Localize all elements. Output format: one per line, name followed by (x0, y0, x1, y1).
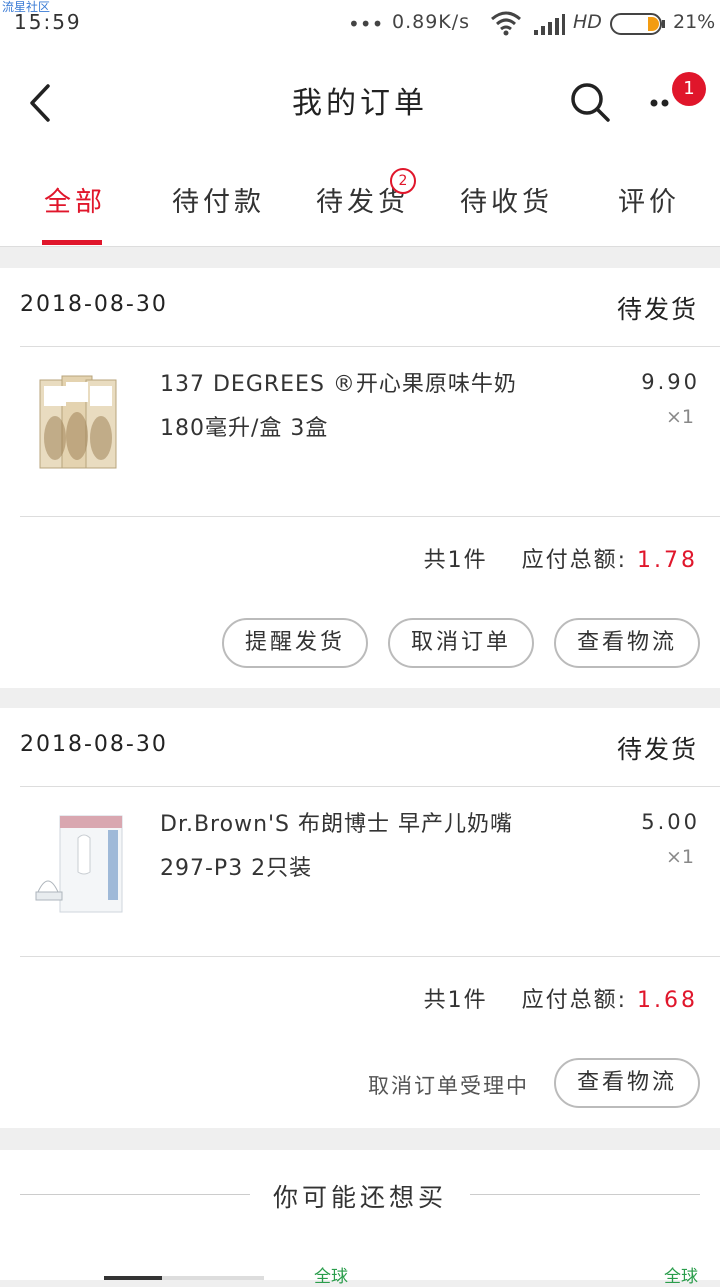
product-price: 5.00 (641, 810, 700, 834)
page-title: 我的订单 (292, 86, 428, 121)
total-label: 应付总额: (521, 548, 628, 573)
item-count: 共1件 (423, 988, 488, 1013)
status-time: 15:59 (14, 10, 82, 34)
order-total: 1.68 (637, 988, 698, 1013)
remind-shipment-button[interactable]: 提醒发货 (222, 618, 368, 668)
divider (20, 786, 720, 787)
product-name: Dr.Brown'S 布朗博士 早产儿奶嘴 (160, 812, 514, 837)
scroll-indicator-thumb (104, 1276, 162, 1280)
total-label: 应付总额: (521, 988, 628, 1013)
order-status: 待发货 (616, 735, 698, 764)
order-card[interactable]: 2018-08-30 待发货 Dr.Brown'S 布朗博士 早产儿奶嘴 297… (0, 708, 720, 1128)
product-price: 9.90 (641, 370, 700, 394)
product-name: 137 DEGREES ®开心果原味牛奶 (160, 372, 517, 397)
product-image[interactable] (30, 368, 130, 478)
divider (20, 956, 720, 957)
recommend-section: 你可能还想买 全球 全球 (0, 1150, 720, 1287)
tab-review[interactable]: 评价 (618, 180, 680, 219)
active-tab-indicator (42, 240, 102, 245)
order-summary: 共1件 应付总额: 1.78 (424, 542, 698, 574)
recommend-title: 你可能还想买 (272, 1183, 447, 1212)
wifi-icon (491, 11, 521, 36)
view-logistics-button[interactable]: 查看物流 (554, 1058, 700, 1108)
battery-icon (610, 13, 665, 35)
global-tag: 全球 (314, 1267, 348, 1287)
search-icon[interactable] (568, 80, 612, 124)
view-logistics-button[interactable]: 查看物流 (554, 618, 700, 668)
order-status: 待发货 (616, 295, 698, 324)
cancel-processing-note: 取消订单受理中 (368, 1074, 529, 1098)
order-date: 2018-08-30 (20, 732, 168, 757)
divider (20, 516, 720, 517)
tab-pending-receipt[interactable]: 待收货 (460, 180, 553, 219)
cancel-order-button[interactable]: 取消订单 (388, 618, 534, 668)
product-spec: 297-P3 2只装 (160, 856, 313, 881)
global-tag: 全球 (664, 1267, 698, 1287)
message-badge: 1 (672, 72, 706, 106)
tab-pending-shipment-badge: 2 (390, 168, 416, 194)
network-type: HD (573, 11, 602, 33)
net-speed: 0.89K/s (392, 11, 471, 33)
battery-percent: 21% (673, 11, 716, 33)
product-quantity: ×1 (665, 846, 694, 868)
tab-all[interactable]: 全部 (44, 180, 106, 219)
order-tabs: 全部 待付款 待发货 2 待收货 评价 (0, 156, 720, 247)
app-header: 我的订单 1 (0, 48, 720, 157)
divider (470, 1194, 700, 1195)
product-quantity: ×1 (665, 406, 694, 428)
order-date: 2018-08-30 (20, 292, 168, 317)
product-image[interactable] (30, 808, 130, 918)
order-total: 1.78 (637, 548, 698, 573)
status-dots: ••• (348, 12, 384, 36)
order-summary: 共1件 应付总额: 1.68 (424, 982, 698, 1014)
divider (20, 346, 720, 347)
item-count: 共1件 (423, 548, 488, 573)
signal-icon (534, 14, 565, 35)
product-spec: 180毫升/盒 3盒 (160, 416, 329, 441)
order-card[interactable]: 2018-08-30 待发货 137 DEGREES ®开心果原味牛奶 180毫… (0, 268, 720, 688)
tab-pending-payment[interactable]: 待付款 (172, 180, 265, 219)
status-bar: 流星社区 15:59 ••• 0.89K/s HD 21% (0, 0, 720, 48)
